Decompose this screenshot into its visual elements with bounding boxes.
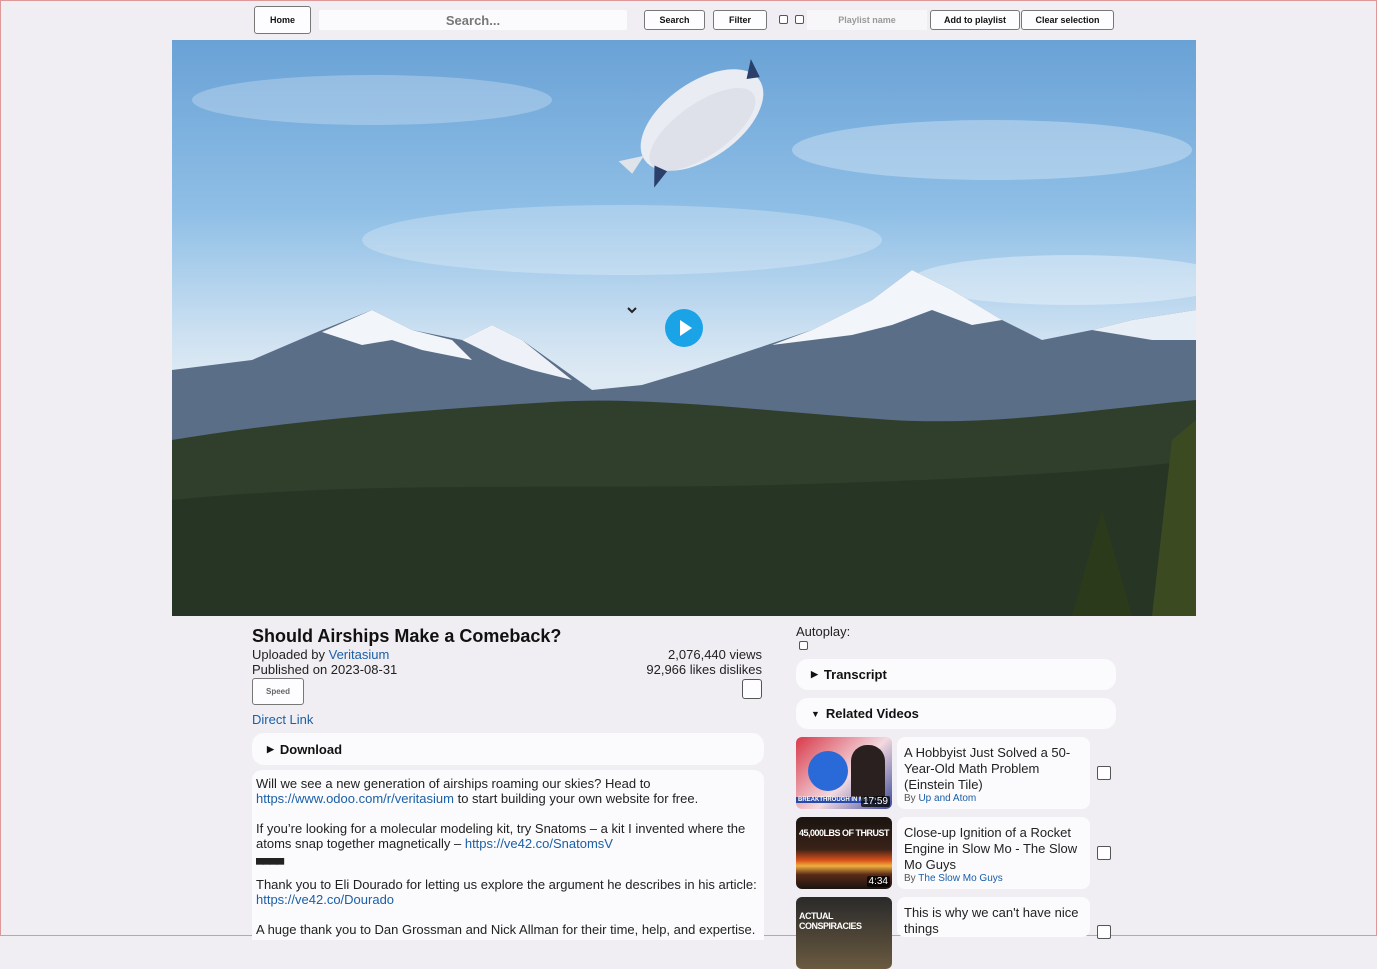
description-paragraph-3: Thank you to Eli Dourado for letting us …	[256, 877, 760, 907]
transcript-label: Transcript	[823, 667, 887, 682]
related-videos-summary[interactable]: ▼ Related Videos	[811, 706, 919, 721]
download-summary[interactable]: ▶ Download	[267, 742, 342, 757]
related-videos-label: Related Videos	[825, 706, 919, 721]
related-video-checkbox[interactable]	[1097, 766, 1111, 780]
related-video-title[interactable]: Close-up Ignition of a Rocket Engine in …	[904, 825, 1084, 873]
description-link-odoo[interactable]: https://www.odoo.com/r/veritasium	[256, 791, 454, 806]
video-duration: 17:59	[860, 796, 890, 807]
transcript-summary[interactable]: ▶ Transcript	[811, 667, 887, 682]
video-player[interactable]	[172, 40, 1196, 616]
search-input[interactable]: Search...	[319, 10, 627, 30]
uploaded-by-prefix: Uploaded by	[252, 647, 329, 662]
description-divider: ▀▀▀▀	[256, 859, 284, 871]
add-to-playlist-button[interactable]: Add to playlist	[930, 10, 1020, 30]
autoplay-checkbox[interactable]	[799, 641, 808, 650]
filter-checkbox-2[interactable]	[795, 15, 804, 24]
filter-checkbox-1[interactable]	[779, 15, 788, 24]
play-icon	[680, 320, 692, 336]
download-label: Download	[279, 742, 343, 757]
description-link-snatoms[interactable]: https://ve42.co/SnatomsV	[465, 836, 613, 851]
expand-down-icon: ▼	[811, 708, 820, 719]
speed-button[interactable]: Speed	[252, 678, 304, 705]
home-button[interactable]: Home	[254, 6, 311, 34]
select-video-checkbox[interactable]	[742, 679, 762, 699]
related-thumbnail[interactable]: ACTUAL CONSPIRACIES	[796, 897, 892, 969]
thumbnail-caption: 45,000LBS OF THRUST	[799, 828, 890, 838]
related-video-by-prefix: By	[904, 793, 919, 804]
autoplay-label: Autoplay:	[796, 624, 851, 639]
related-video-card[interactable]: This is why we can't have nice things	[897, 897, 1090, 937]
filter-button[interactable]: Filter	[713, 10, 767, 30]
description-link-dourado[interactable]: https://ve42.co/Dourado	[256, 892, 394, 907]
related-video-channel[interactable]: The Slow Mo Guys	[918, 873, 1002, 884]
related-video-byline: By The Slow Mo Guys	[904, 873, 1084, 884]
like-count: 92,966 likes dislikes	[646, 662, 762, 677]
description-paragraph-2: If you’re looking for a molecular modeli…	[256, 821, 760, 851]
top-toolbar: Home Search... Search Filter Playlist na…	[1, 1, 1377, 39]
related-videos-panel[interactable]: ▼ Related Videos	[796, 698, 1116, 729]
related-video-card[interactable]: A Hobbyist Just Solved a 50-Year-Old Mat…	[897, 737, 1090, 809]
related-video-by-prefix: By	[904, 873, 919, 884]
related-video-checkbox[interactable]	[1097, 925, 1111, 939]
related-video-byline: By Up and Atom	[904, 793, 1084, 804]
direct-link[interactable]: Direct Link	[252, 712, 313, 727]
description-text-1: Will we see a new generation of airships…	[256, 776, 651, 791]
search-button[interactable]: Search	[644, 10, 705, 30]
related-thumbnail[interactable]: 45,000LBS OF THRUST 4:34	[796, 817, 892, 889]
description-paragraph-4: A huge thank you to Dan Grossman and Nic…	[256, 922, 756, 937]
video-title: Should Airships Make a Comeback?	[252, 626, 562, 646]
thumbnail-graphic	[808, 751, 848, 791]
playlist-name-input[interactable]: Playlist name	[807, 10, 927, 30]
description-text-1-tail: to start building your own website for f…	[453, 791, 699, 806]
related-video-title[interactable]: A Hobbyist Just Solved a 50-Year-Old Mat…	[904, 745, 1084, 793]
related-thumbnail[interactable]: BREAKTHROUGH IN MATH 17:59	[796, 737, 892, 809]
related-video-channel[interactable]: Up and Atom	[918, 793, 976, 804]
expand-right-icon: ▶	[267, 744, 274, 754]
transcript-panel[interactable]: ▶ Transcript	[796, 659, 1116, 690]
thumbnail-caption: ACTUAL CONSPIRACIES	[799, 911, 862, 931]
description-text-3: Thank you to Eli Dourado for letting us …	[256, 877, 757, 892]
uploader-link[interactable]: Veritasium	[329, 647, 390, 662]
uploaded-by: Uploaded by Veritasium	[252, 647, 389, 662]
download-panel[interactable]: ▶ Download	[252, 733, 764, 765]
thumbnail-person	[851, 745, 885, 801]
play-button[interactable]	[665, 309, 703, 347]
expand-right-icon: ▶	[811, 669, 818, 679]
related-video-card[interactable]: Close-up Ignition of a Rocket Engine in …	[897, 817, 1090, 889]
related-video-checkbox[interactable]	[1097, 846, 1111, 860]
view-count: 2,076,440 views	[668, 647, 762, 662]
related-video-title[interactable]: This is why we can't have nice things	[904, 905, 1084, 937]
video-description: Will we see a new generation of airships…	[252, 770, 764, 940]
clear-selection-button[interactable]: Clear selection	[1021, 10, 1114, 30]
video-duration: 4:34	[866, 876, 890, 887]
published-date: Published on 2023-08-31	[252, 662, 398, 677]
description-paragraph-1: Will we see a new generation of airships…	[256, 776, 760, 806]
